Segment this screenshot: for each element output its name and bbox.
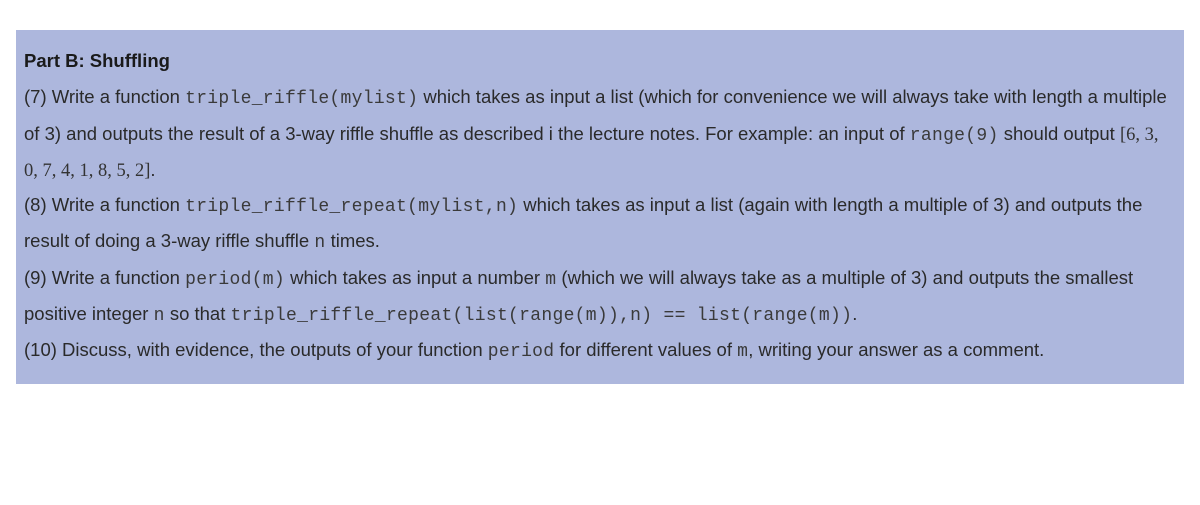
q7-text-suffix: . xyxy=(150,159,155,180)
question-10: (10) Discuss, with evidence, the outputs… xyxy=(24,333,1176,369)
top-spacer xyxy=(0,0,1200,30)
q9-text-mid3: so that xyxy=(165,303,231,324)
q9-text-suffix: . xyxy=(852,303,857,324)
q8-code-n: n xyxy=(314,233,325,253)
q10-text-suffix: , writing your answer as a comment. xyxy=(748,339,1044,360)
q10-code-m: m xyxy=(737,342,748,362)
q7-text-prefix: (7) Write a function xyxy=(24,86,185,107)
q9-code-m: m xyxy=(545,270,556,290)
q8-text-prefix: (8) Write a function xyxy=(24,194,185,215)
q10-text-prefix: (10) Discuss, with evidence, the outputs… xyxy=(24,339,488,360)
q9-code-n: n xyxy=(154,306,165,326)
q9-text-mid1: which takes as input a number xyxy=(285,267,545,288)
q8-code-function: triple_riffle_repeat(mylist,n) xyxy=(185,197,518,217)
q9-text-prefix: (9) Write a function xyxy=(24,267,185,288)
q8-text-suffix: times. xyxy=(325,230,379,251)
question-7: (7) Write a function triple_riffle(mylis… xyxy=(24,80,1176,188)
part-b-heading: Part B: Shuffling xyxy=(24,44,1176,78)
problem-box: Part B: Shuffling (7) Write a function t… xyxy=(16,30,1184,384)
question-9: (9) Write a function period(m) which tak… xyxy=(24,261,1176,334)
q9-code-expr: triple_riffle_repeat(list(range(m)),n) =… xyxy=(231,306,853,326)
q9-code-function: period(m) xyxy=(185,270,285,290)
q7-text-mid2: should output xyxy=(999,123,1120,144)
q10-code-period: period xyxy=(488,342,555,362)
question-8: (8) Write a function triple_riffle_repea… xyxy=(24,188,1176,261)
q10-text-mid1: for different values of xyxy=(554,339,737,360)
q7-code-function: triple_riffle(mylist) xyxy=(185,89,418,109)
q7-code-input: range(9) xyxy=(910,126,999,146)
